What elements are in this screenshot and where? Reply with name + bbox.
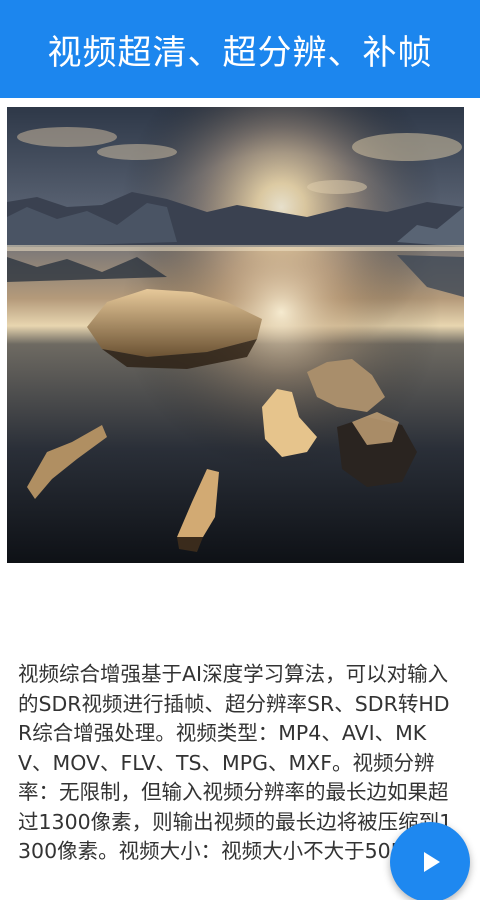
video-preview-image[interactable]: [7, 107, 464, 563]
page-title: 视频超清、超分辨、补帧: [47, 32, 433, 73]
play-button[interactable]: [390, 822, 470, 900]
description-text: 视频综合增强基于AI深度学习算法，可以对输入的SDR视频进行插帧、超分辨率SR、…: [18, 662, 453, 863]
app-header: 视频超清、超分辨、补帧: [0, 0, 480, 98]
play-icon: [424, 852, 440, 872]
app-screen: 视频超清、超分辨、补帧 视频综合增强基于AI深度学习算法，可以对输入的SDR视频…: [0, 0, 480, 900]
